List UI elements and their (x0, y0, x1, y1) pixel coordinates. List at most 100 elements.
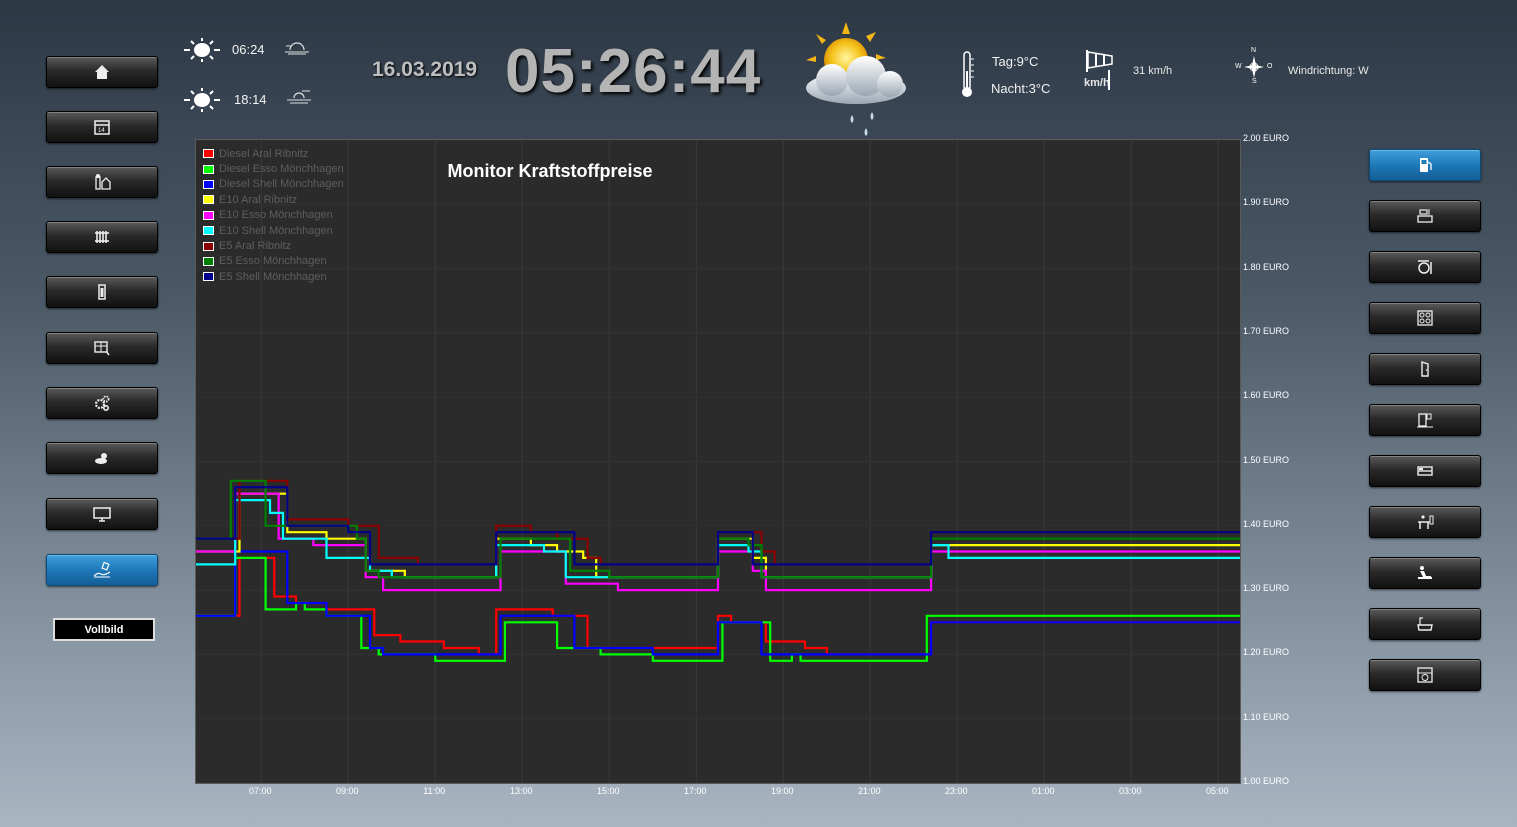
compass-o: O (1267, 63, 1273, 70)
kitchen-icon (1417, 209, 1433, 223)
legend-item[interactable]: E10 Aral Ribnitz (203, 192, 344, 207)
legend-label: E5 Aral Ribnitz (219, 240, 292, 253)
room-fuel-button[interactable] (1369, 149, 1481, 181)
chart-plot-area (196, 139, 1240, 784)
utility-icon (1417, 667, 1433, 683)
temp-night: Nacht:3°C (991, 81, 1051, 96)
svg-text:14: 14 (98, 128, 105, 134)
home-icon (95, 65, 109, 79)
legend-item[interactable]: E10 Shell Mönchhagen (203, 223, 344, 238)
battery-icon (98, 284, 106, 300)
legend-swatch (203, 241, 214, 251)
y-tick-label: 1.80 EURO (1243, 261, 1290, 272)
y-tick-label: 1.00 EURO (1243, 776, 1290, 786)
temp-day: Tag:9°C (992, 54, 1039, 69)
room-stove-button[interactable] (1369, 302, 1481, 334)
x-tick-label: 19:00 (770, 786, 794, 796)
y-tick-label: 1.50 EURO (1243, 454, 1290, 465)
legend-item[interactable]: Diesel Shell Mönchhagen (203, 177, 344, 192)
legend-label: E10 Esso Mönchhagen (219, 209, 333, 222)
y-tick-label: 1.70 EURO (1243, 325, 1290, 336)
compass-icon: N S W O (1234, 47, 1274, 86)
room-dining-button[interactable] (1369, 251, 1481, 283)
legend-item[interactable]: E10 Esso Mönchhagen (203, 208, 344, 223)
legend-swatch (203, 164, 214, 174)
legend-label: Diesel Aral Ribnitz (219, 147, 309, 160)
room-kitchen-button[interactable] (1369, 200, 1481, 232)
wind-direction: Windrichtung: W (1288, 65, 1369, 77)
wind-speed: 31 km/h (1133, 65, 1173, 77)
y-tick-label: 1.20 EURO (1243, 647, 1290, 658)
legend-label: Diesel Shell Mönchhagen (219, 178, 344, 191)
weather-partly-cloudy-rain-icon (806, 22, 906, 136)
sunset-time: 18:14 (234, 92, 267, 107)
y-tick-label: 1.30 EURO (1243, 583, 1290, 594)
fuel-pump-icon (1420, 158, 1432, 172)
room-utility-button[interactable] (1369, 659, 1481, 691)
legend-item[interactable]: E5 Aral Ribnitz (203, 238, 344, 253)
legend-swatch (203, 272, 214, 282)
fuel-price-chart (195, 139, 1241, 784)
x-tick-label: 13:00 (509, 786, 533, 796)
fuel-chart-icon (93, 561, 111, 578)
legend-item[interactable]: E5 Shell Mönchhagen (203, 269, 344, 284)
x-tick-label: 23:00 (944, 786, 968, 796)
dining-icon (1418, 260, 1432, 274)
date-display: 16.03.2019 (372, 58, 478, 81)
chart-legend: Diesel Aral Ribnitz Diesel Esso Mönchhage… (203, 146, 344, 285)
y-tick-label: 1.60 EURO (1243, 390, 1290, 401)
legend-item[interactable]: E5 Esso Mönchhagen (203, 254, 344, 269)
wind-unit-label: km/h (1084, 77, 1110, 89)
sunset-icon (287, 90, 311, 104)
y-tick-label: 1.40 EURO (1243, 518, 1290, 529)
nav-battery-button[interactable] (46, 276, 158, 308)
x-tick-label: 15:00 (596, 786, 620, 796)
room-hallway-button[interactable] (1369, 404, 1481, 436)
nav-monitor-button[interactable] (46, 498, 158, 530)
legend-swatch (203, 256, 214, 266)
room-office-button[interactable] (1369, 506, 1481, 538)
x-tick-label: 21:00 (857, 786, 881, 796)
legend-swatch (203, 226, 214, 236)
house-energy-icon (95, 174, 111, 190)
calendar-icon: 14 (94, 120, 110, 135)
office-icon (1418, 515, 1434, 529)
legend-label: E5 Shell Mönchhagen (219, 270, 327, 283)
room-door-button[interactable] (1369, 353, 1481, 385)
legend-label: Diesel Esso Mönchhagen (219, 163, 344, 176)
legend-swatch (203, 195, 214, 205)
nav-weather-button[interactable] (46, 442, 158, 474)
compass-n: N (1251, 47, 1257, 54)
nav-fuel-chart-button[interactable] (46, 554, 158, 586)
fullscreen-button[interactable]: Vollbild (53, 618, 155, 641)
wind-gauge-bar (1108, 70, 1110, 90)
room-living-button[interactable] (1369, 557, 1481, 589)
legend-swatch (203, 179, 214, 189)
room-bedroom-button[interactable] (1369, 455, 1481, 487)
door-icon (1421, 361, 1429, 377)
room-bath-button[interactable] (1369, 608, 1481, 640)
thermometer-icon (962, 51, 974, 97)
nav-heating-button[interactable] (46, 221, 158, 253)
bath-icon (1417, 617, 1433, 631)
x-tick-label: 09:00 (335, 786, 359, 796)
nav-calendar-button[interactable]: 14 (46, 111, 158, 143)
window-blind-icon (94, 341, 110, 356)
x-tick-label: 01:00 (1031, 786, 1055, 796)
sunset-sun-icon (184, 88, 220, 112)
wind-sock-icon (1086, 50, 1113, 72)
legend-item[interactable]: Diesel Esso Mönchhagen (203, 161, 344, 176)
nav-blinds-button[interactable] (46, 332, 158, 364)
nav-settings-button[interactable] (46, 387, 158, 419)
weather-icon (95, 453, 107, 464)
compass-s: S (1252, 78, 1257, 85)
x-tick-label: 03:00 (1118, 786, 1142, 796)
nav-energy-button[interactable] (46, 166, 158, 198)
y-tick-label: 1.10 EURO (1243, 711, 1290, 722)
clock-display: 05:26:44 (505, 37, 762, 106)
legend-item[interactable]: Diesel Aral Ribnitz (203, 146, 344, 161)
compass-w: W (1235, 63, 1242, 70)
stove-icon (1417, 310, 1433, 326)
nav-home-button[interactable] (46, 56, 158, 88)
monitor-icon (93, 507, 111, 522)
